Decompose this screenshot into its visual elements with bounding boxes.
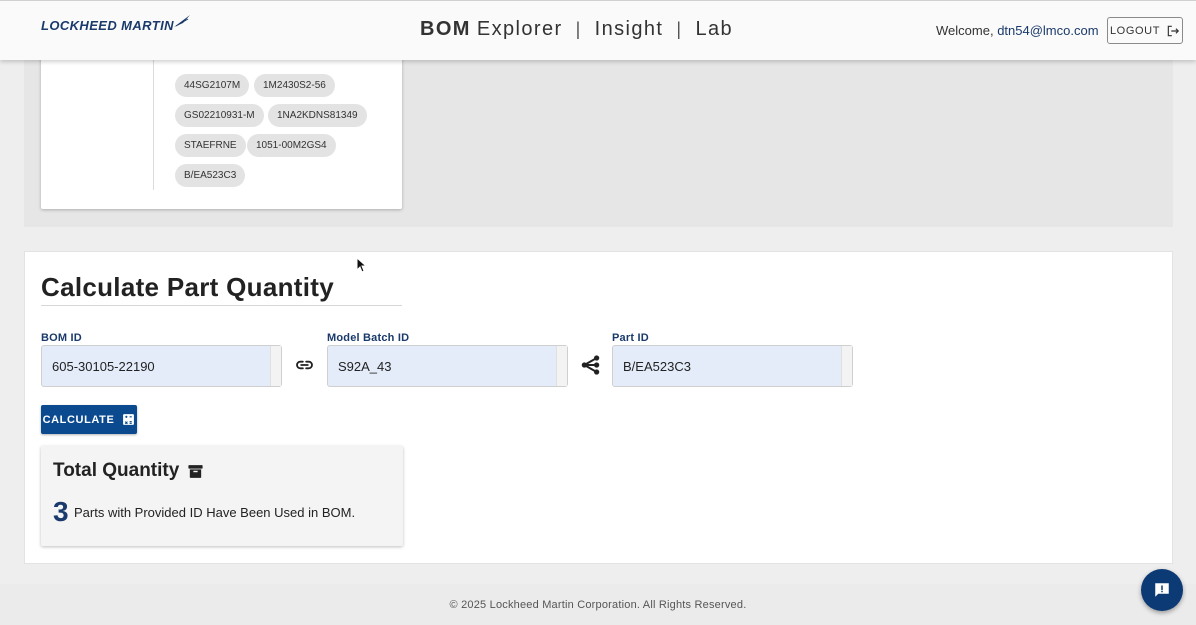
share-tree-icon xyxy=(581,355,600,375)
total-quantity-card: Total Quantity 3 Parts with Provided ID … xyxy=(41,446,403,546)
lockheed-martin-logo[interactable]: LOCKHEED MARTIN xyxy=(41,14,192,33)
app-header: LOCKHEED MARTIN BOM Explorer | Insight |… xyxy=(0,0,1196,60)
total-quantity-description: Parts with Provided ID Have Been Used in… xyxy=(74,505,356,520)
model-batch-id-value: S92A_43 xyxy=(338,358,392,374)
field-edge xyxy=(556,346,567,386)
star-logo-icon xyxy=(173,14,190,27)
card-divider xyxy=(153,50,154,190)
part-id-chip[interactable]: 1051-00M2GS4 xyxy=(247,134,336,157)
welcome-message: Welcome, dtn54@lmco.com xyxy=(936,23,1099,38)
feedback-chat-button[interactable] xyxy=(1141,569,1183,611)
part-id-chip[interactable]: 1M2430S2-56 xyxy=(254,74,335,97)
nav-lab[interactable]: Lab xyxy=(695,18,733,41)
bom-id-field[interactable]: 605-30105-22190 xyxy=(41,345,282,387)
nav-separator: | xyxy=(575,19,582,39)
bom-id-label: BOM ID xyxy=(41,332,82,344)
part-id-card: 44SG2107M 1M2430S2-56 GS02210931-M 1NA2K… xyxy=(41,38,402,209)
calculate-label: CALCULATE xyxy=(42,413,115,426)
part-id-chip[interactable]: STAEFRNE xyxy=(175,134,246,157)
total-quantity-heading: Total Quantity xyxy=(53,460,180,481)
calculate-title: Calculate Part Quantity xyxy=(41,272,334,302)
title-underline xyxy=(41,305,402,306)
part-id-chip[interactable]: B/EA523C3 xyxy=(175,164,246,187)
part-id-chip[interactable]: GS02210931-M xyxy=(175,104,264,127)
nav-bom-explorer-bold[interactable]: BOM xyxy=(420,18,471,41)
archive-box-icon xyxy=(188,464,203,478)
logout-icon xyxy=(1167,25,1180,36)
model-batch-id-label: Model Batch ID xyxy=(327,332,410,344)
user-email: dtn54@lmco.com xyxy=(997,23,1099,38)
welcome-prefix: Welcome, xyxy=(936,23,994,38)
part-id-chip[interactable]: 44SG2107M xyxy=(175,74,250,97)
part-id-chip[interactable]: 1NA2KDNS81349 xyxy=(268,104,367,127)
copyright-text: © 2025 Lockheed Martin Corporation. All … xyxy=(449,598,747,611)
part-id-label: Part ID xyxy=(612,332,649,344)
field-edge xyxy=(270,346,281,386)
logout-label: LOGOUT xyxy=(1109,24,1161,37)
calculator-icon xyxy=(123,414,135,425)
model-batch-id-field[interactable]: S92A_43 xyxy=(327,345,568,387)
mouse-cursor-icon xyxy=(356,257,368,273)
part-id-field[interactable]: B/EA523C3 xyxy=(612,345,853,387)
logout-button[interactable]: LOGOUT xyxy=(1107,17,1183,44)
chat-feedback-icon xyxy=(1155,583,1169,597)
link-icon xyxy=(296,360,313,370)
total-quantity-value: 3 xyxy=(53,496,69,527)
nav-insight[interactable]: Insight xyxy=(595,18,664,41)
logo-text: LOCKHEED MARTIN xyxy=(41,18,174,33)
part-id-value: B/EA523C3 xyxy=(623,358,691,374)
main-nav: BOM Explorer | Insight | Lab xyxy=(420,18,733,41)
nav-bom-explorer-text[interactable]: Explorer xyxy=(477,18,563,41)
calculate-button[interactable]: CALCULATE xyxy=(41,405,137,434)
field-edge xyxy=(841,346,852,386)
nav-separator: | xyxy=(676,19,683,39)
total-quantity-title: Total Quantity xyxy=(53,460,204,482)
footer: © 2025 Lockheed Martin Corporation. All … xyxy=(0,584,1196,625)
bom-id-value: 605-30105-22190 xyxy=(52,358,155,374)
